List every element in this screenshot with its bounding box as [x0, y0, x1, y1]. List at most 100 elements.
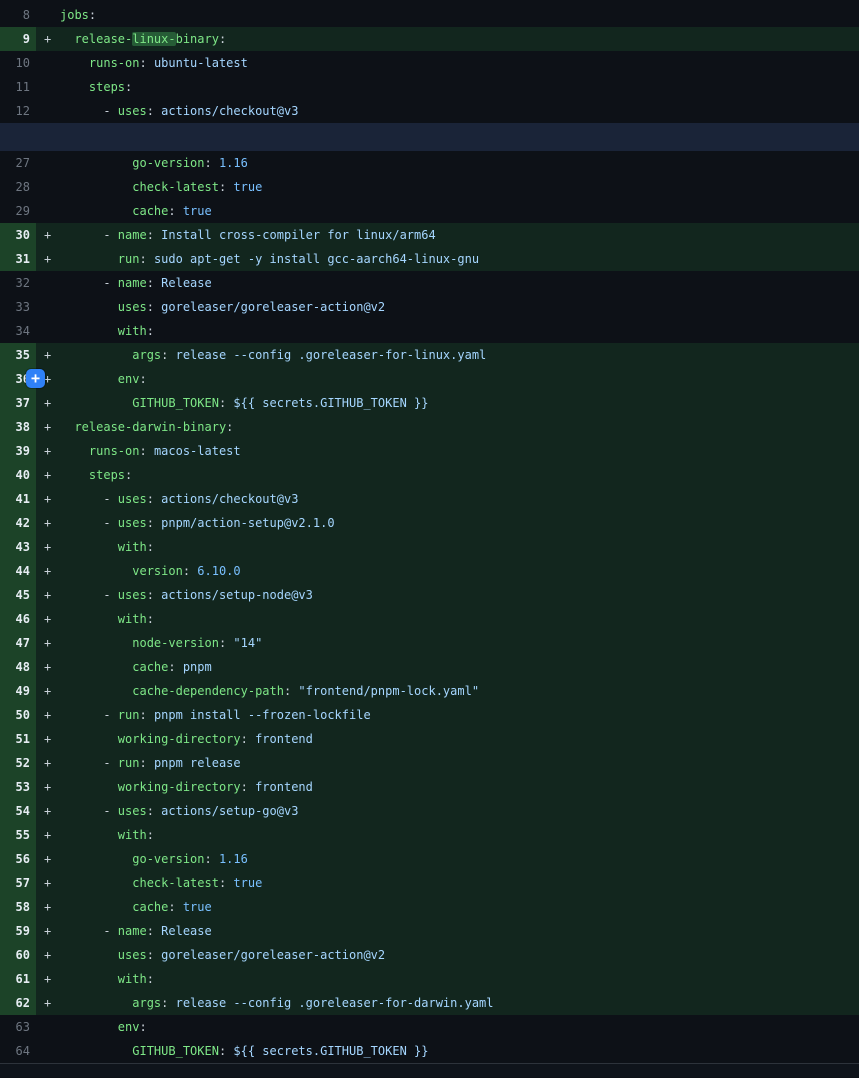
- line-number[interactable]: 51: [0, 727, 36, 751]
- line-number[interactable]: 39: [0, 439, 36, 463]
- code-token: uses: [118, 948, 147, 962]
- line-number[interactable]: 60: [0, 943, 36, 967]
- code-line: check-latest: true: [60, 175, 262, 199]
- line-number[interactable]: 49: [0, 679, 36, 703]
- line-number[interactable]: 38: [0, 415, 36, 439]
- line-number[interactable]: 55: [0, 823, 36, 847]
- code-token: args: [132, 348, 161, 362]
- line-number[interactable]: 11: [0, 75, 36, 99]
- diff-add-marker: +: [36, 415, 60, 439]
- diff-row: 44+ version: 6.10.0: [0, 559, 859, 583]
- code-token: pnpm/action-setup@v2.1.0: [161, 516, 334, 530]
- line-number[interactable]: 9: [0, 27, 36, 51]
- code-token: :: [284, 684, 298, 698]
- code-line: GITHUB_TOKEN: ${{ secrets.GITHUB_TOKEN }…: [60, 391, 428, 415]
- code-token: node-version: [132, 636, 219, 650]
- line-number[interactable]: 30: [0, 223, 36, 247]
- line-number[interactable]: 41: [0, 487, 36, 511]
- diff-add-marker: +: [36, 27, 60, 51]
- diff-add-marker: +: [36, 559, 60, 583]
- line-number[interactable]: 10: [0, 51, 36, 75]
- diff-row: 52+ - run: pnpm release: [0, 751, 859, 775]
- diff-row: 64 GITHUB_TOKEN: ${{ secrets.GITHUB_TOKE…: [0, 1039, 859, 1063]
- line-number[interactable]: 54: [0, 799, 36, 823]
- line-number[interactable]: 27: [0, 151, 36, 175]
- code-token: [60, 972, 118, 986]
- code-token: uses: [118, 516, 147, 530]
- code-token: name: [118, 276, 147, 290]
- line-number[interactable]: 59: [0, 919, 36, 943]
- add-comment-button[interactable]: +: [26, 369, 45, 388]
- line-number[interactable]: 35: [0, 343, 36, 367]
- line-number[interactable]: 64: [0, 1039, 36, 1063]
- diff-row: 54+ - uses: actions/setup-go@v3: [0, 799, 859, 823]
- line-number[interactable]: 45: [0, 583, 36, 607]
- line-number[interactable]: 44: [0, 559, 36, 583]
- diff-row: 51+ working-directory: frontend: [0, 727, 859, 751]
- line-number[interactable]: 37: [0, 391, 36, 415]
- line-number[interactable]: 8: [0, 3, 36, 27]
- code-token: -: [60, 588, 118, 602]
- diff-add-marker: +: [36, 799, 60, 823]
- code-token: [60, 1020, 118, 1034]
- line-number[interactable]: 61: [0, 967, 36, 991]
- line-number[interactable]: 52: [0, 751, 36, 775]
- code-line: with:: [60, 319, 154, 343]
- diff-row: 30+ - name: Install cross-compiler for l…: [0, 223, 859, 247]
- line-number[interactable]: 46: [0, 607, 36, 631]
- code-token: uses: [118, 588, 147, 602]
- code-token: run: [118, 708, 140, 722]
- code-token: [60, 876, 132, 890]
- code-token: frontend: [255, 732, 313, 746]
- line-number[interactable]: 34: [0, 319, 36, 343]
- diff-add-marker: +: [36, 247, 60, 271]
- line-number[interactable]: 28: [0, 175, 36, 199]
- line-number[interactable]: 58: [0, 895, 36, 919]
- word-diff-highlight: linux-: [132, 32, 175, 46]
- line-number[interactable]: 50: [0, 703, 36, 727]
- line-number[interactable]: 40: [0, 463, 36, 487]
- code-token: :: [168, 660, 182, 674]
- line-number[interactable]: 31: [0, 247, 36, 271]
- code-line: uses: goreleaser/goreleaser-action@v2: [60, 943, 385, 967]
- code-token: [60, 300, 118, 314]
- line-number[interactable]: 56: [0, 847, 36, 871]
- line-number[interactable]: 53: [0, 775, 36, 799]
- line-number[interactable]: 48: [0, 655, 36, 679]
- line-number[interactable]: 62: [0, 991, 36, 1015]
- code-token: name: [118, 228, 147, 242]
- line-number[interactable]: 42: [0, 511, 36, 535]
- code-token: macos-latest: [154, 444, 241, 458]
- code-token: [60, 180, 132, 194]
- code-line: jobs:: [60, 3, 96, 27]
- code-token: jobs: [60, 8, 89, 22]
- line-number[interactable]: 57: [0, 871, 36, 895]
- line-number[interactable]: 12: [0, 99, 36, 123]
- line-number[interactable]: 33: [0, 295, 36, 319]
- line-number[interactable]: 63: [0, 1015, 36, 1039]
- code-token: with: [118, 828, 147, 842]
- code-token: actions/setup-go@v3: [161, 804, 298, 818]
- code-line: runs-on: ubuntu-latest: [60, 51, 248, 75]
- code-token: true: [183, 204, 212, 218]
- code-token: [60, 948, 118, 962]
- code-line: env:: [60, 367, 147, 391]
- line-number[interactable]: 47: [0, 631, 36, 655]
- code-token: check-latest: [132, 876, 219, 890]
- code-line: with:: [60, 967, 154, 991]
- code-token: :: [147, 492, 161, 506]
- diff-add-marker: +: [36, 967, 60, 991]
- code-token: steps: [89, 80, 125, 94]
- code-token: [60, 372, 118, 386]
- code-token: runs-on: [89, 56, 140, 70]
- line-number[interactable]: 32: [0, 271, 36, 295]
- code-line: - run: pnpm release: [60, 751, 241, 775]
- code-token: :: [147, 588, 161, 602]
- expand-collapsed-lines-band[interactable]: [0, 123, 859, 151]
- diff-row: 35+ args: release --config .goreleaser-f…: [0, 343, 859, 367]
- line-number[interactable]: 29: [0, 199, 36, 223]
- diff-row: 28 check-latest: true: [0, 175, 859, 199]
- code-token: run: [118, 756, 140, 770]
- diff-add-marker: +: [36, 511, 60, 535]
- line-number[interactable]: 43: [0, 535, 36, 559]
